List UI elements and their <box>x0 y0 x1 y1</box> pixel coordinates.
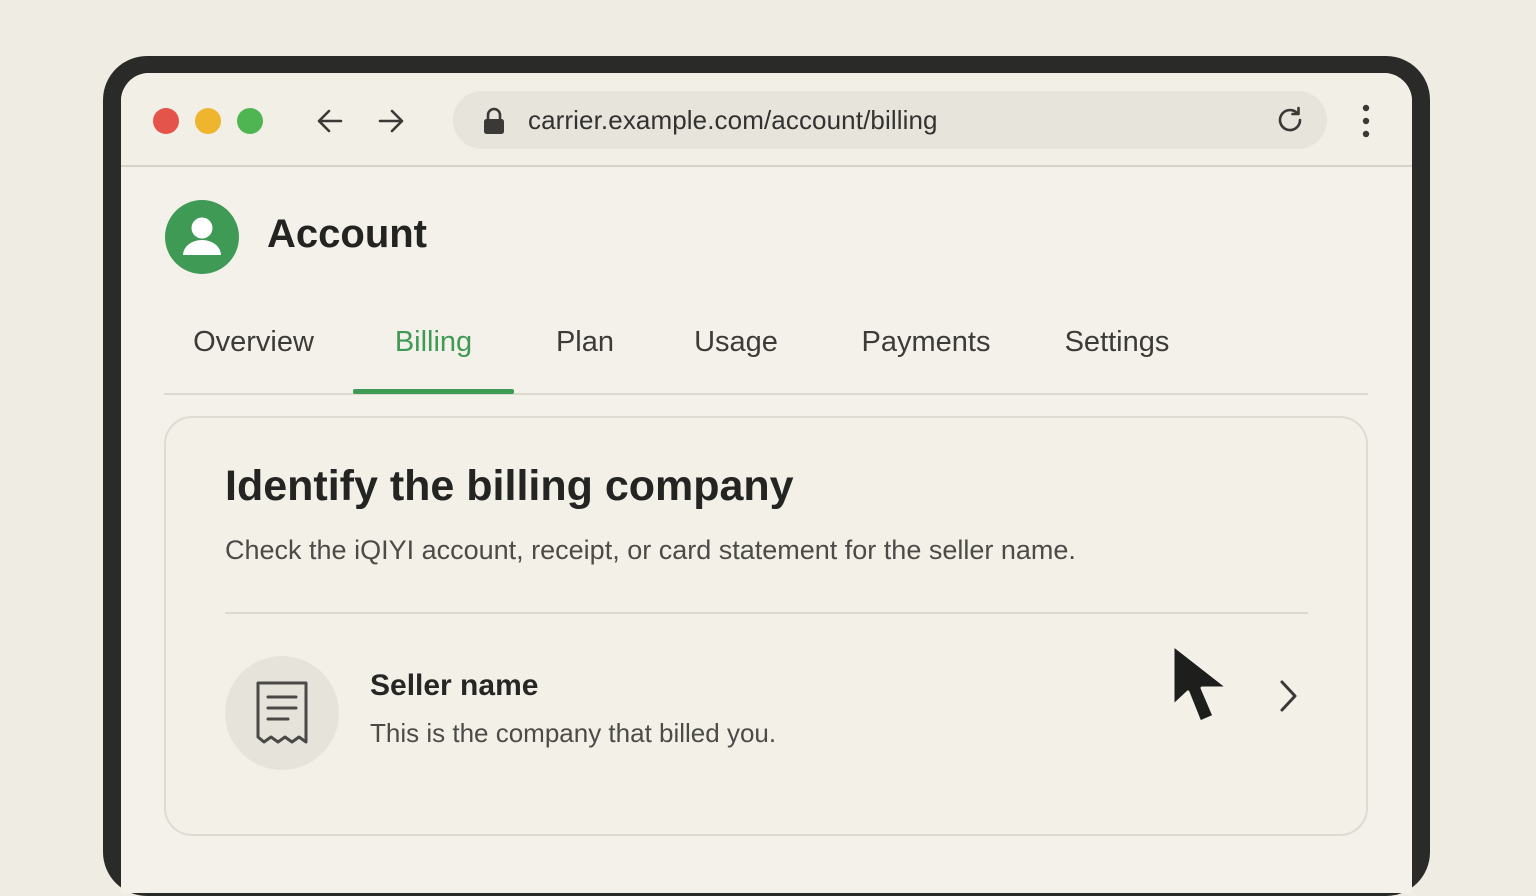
arrow-right-icon <box>378 109 404 133</box>
url-text[interactable]: carrier.example.com/account/billing <box>528 91 938 149</box>
card-subtitle: Check the iQIYI account, receipt, or car… <box>225 535 1076 565</box>
maximize-window-button[interactable] <box>237 108 263 134</box>
arrow-left-icon <box>317 109 343 133</box>
minimize-window-button[interactable] <box>195 108 221 134</box>
tab-bar: Overview Billing Plan Usage Payments Set… <box>164 303 1368 395</box>
tab-overview[interactable]: Overview <box>191 303 316 393</box>
browser-window: carrier.example.com/account/billing Acco… <box>121 73 1412 893</box>
close-window-button[interactable] <box>153 108 179 134</box>
tab-settings[interactable]: Settings <box>1056 303 1178 393</box>
vertical-dots-icon[interactable] <box>1353 103 1379 139</box>
row-title: Seller name <box>370 669 539 702</box>
active-tab-indicator <box>353 389 514 394</box>
card-title: Identify the billing company <box>225 462 794 510</box>
receipt-icon-circle <box>225 656 339 770</box>
tab-usage[interactable]: Usage <box>688 303 784 393</box>
tab-plan[interactable]: Plan <box>549 303 621 393</box>
row-subtitle: This is the company that billed you. <box>370 718 777 748</box>
mouse-cursor-icon <box>1171 643 1230 724</box>
avatar[interactable] <box>165 200 239 274</box>
tab-billing[interactable]: Billing <box>384 303 483 393</box>
reload-icon[interactable] <box>1275 105 1305 135</box>
tab-payments[interactable]: Payments <box>854 303 998 393</box>
forward-button[interactable] <box>371 101 411 141</box>
back-button[interactable] <box>310 101 350 141</box>
divider <box>225 612 1308 614</box>
browser-toolbar: carrier.example.com/account/billing <box>121 73 1412 167</box>
chevron-right-icon[interactable] <box>1275 678 1301 714</box>
lock-icon <box>484 107 504 134</box>
seller-name-row[interactable]: Seller name This is the company that bil… <box>225 654 1308 772</box>
billing-card: Identify the billing company Check the i… <box>164 416 1368 836</box>
receipt-icon <box>256 681 308 744</box>
user-icon <box>183 217 221 255</box>
address-bar[interactable]: carrier.example.com/account/billing <box>453 91 1327 149</box>
page-title: Account <box>267 212 427 256</box>
